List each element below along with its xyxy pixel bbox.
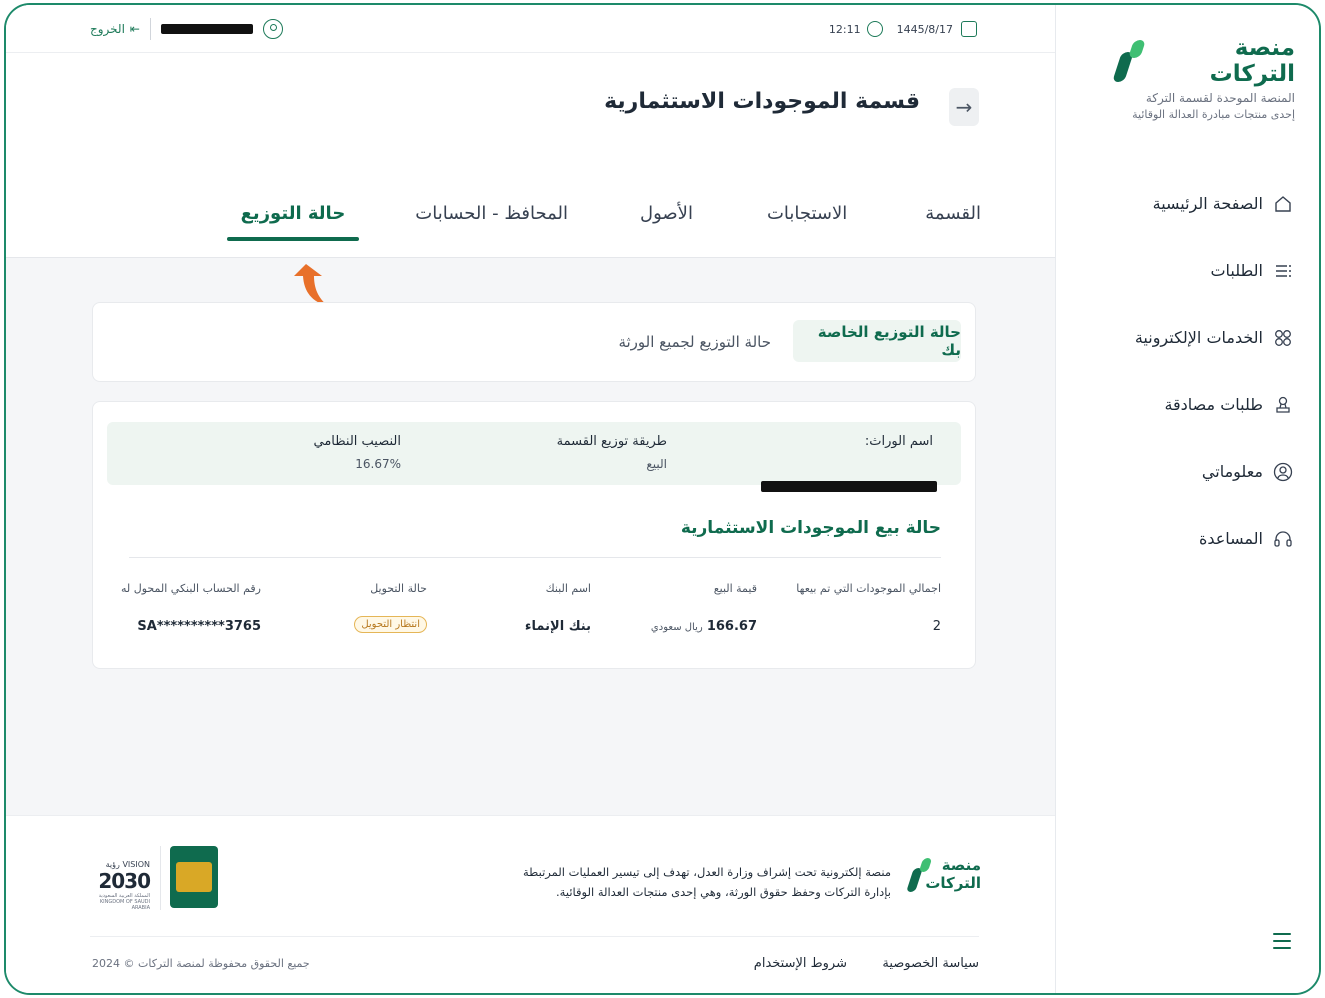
sidebar-item-label: الخدمات الإلكترونية — [1134, 328, 1263, 347]
brand-logo-icon — [1112, 38, 1148, 84]
redacted-username — [160, 24, 253, 34]
terms-link[interactable]: شروط الإستخدام — [754, 956, 847, 971]
sidebar-item-my-info[interactable]: معلوماتي — [1073, 438, 1293, 505]
tab-assets[interactable]: الأصول — [640, 203, 693, 236]
copyright: جميع الحقوق محفوظة لمنصة التركات © 2024 — [92, 957, 310, 970]
header-bank: اسم البنك — [545, 582, 591, 595]
page-title: قسمة الموجودات الاستثمارية — [604, 89, 920, 114]
share-value: 16.67% — [355, 457, 401, 471]
sidebar: منصة التركات المنصة الموحدة لقسمة التركة… — [1055, 5, 1319, 993]
vision-caption: المملكة العربية السعودية KINGDOM OF SAUD… — [98, 893, 150, 911]
header-status: حالة التحويل — [370, 582, 427, 595]
user-box: ⇤ الخروج — [90, 18, 283, 40]
sidebar-nav: الصفحة الرئيسية الطلبات الخدمات الإلكترو… — [1073, 170, 1293, 572]
heir-info-strip: اسم الوراث: طريقة توزيع القسمة البيع الن… — [107, 422, 961, 492]
redacted-heir-name — [761, 481, 937, 492]
footer-logo-line1: منصة — [941, 856, 981, 874]
footer-vertical-divider — [160, 846, 161, 910]
brand-subtitle: المنصة الموحدة لقسمة التركة — [1145, 91, 1295, 105]
heir-name-col: اسم الوراث: — [865, 434, 933, 449]
footer-logo-line2: التركات — [925, 874, 981, 892]
time-text: 12:11 — [828, 22, 861, 36]
section-divider — [129, 557, 941, 558]
brand-name: منصة التركات — [1209, 35, 1295, 87]
divider — [149, 18, 151, 40]
footer-description: منصة إلكترونية تحت إشراف وزارة العدل، ته… — [523, 865, 891, 899]
brand-row: منصة التركات — [1112, 35, 1295, 87]
tab-division[interactable]: القسمة — [925, 203, 981, 236]
sidebar-item-label: المساعدة — [1198, 529, 1263, 548]
clock-icon — [866, 21, 883, 37]
calendar-icon — [961, 21, 977, 37]
vision-2030-logo: VISION رؤية 2030 المملكة العربية السعودي… — [90, 860, 151, 911]
user-circle-icon — [1273, 462, 1293, 482]
distribution-details: اسم الوراث: طريقة توزيع القسمة البيع الن… — [92, 401, 976, 669]
list-icon — [1273, 261, 1293, 281]
header-total: اجمالي الموجودات التي تم بيعها — [796, 582, 941, 595]
sidebar-item-label: معلوماتي — [1201, 462, 1263, 481]
logout-button[interactable]: ⇤ الخروج — [90, 22, 140, 36]
section-title: حالة بيع الموجودات الاستثمارية — [680, 518, 941, 538]
home-icon — [1273, 194, 1293, 214]
status-badge: انتظار التحويل — [354, 616, 427, 633]
topbar: 1445/8/17 12:11 ⇤ الخروج — [6, 5, 1059, 53]
sidebar-item-label: طلبات مصادقة — [1164, 395, 1263, 414]
subtab-my-distribution[interactable]: حالة التوزيع الخاصة بك — [793, 320, 961, 362]
method-value: البيع — [646, 457, 667, 471]
date-time: 1445/8/17 12:11 — [829, 21, 977, 37]
footer-logo: منصة التركات — [906, 856, 981, 892]
cell-amount: 166.67 ريال سعودي — [651, 619, 757, 634]
user-avatar-icon[interactable] — [262, 19, 283, 39]
brand: منصة التركات المنصة الموحدة لقسمة التركة… — [1112, 35, 1295, 121]
main-area: 1445/8/17 12:11 ⇤ الخروج → قسمة الموجودا… — [6, 5, 1059, 993]
sidebar-item-requests[interactable]: الطلبات — [1073, 237, 1293, 304]
tab-portfolios[interactable]: المحافظ - الحسابات — [415, 203, 568, 236]
distribution-subtabs: حالة التوزيع الخاصة بك حالة التوزيع لجمي… — [92, 302, 976, 382]
tab-responses[interactable]: الاستجابات — [767, 203, 847, 236]
hamburger-menu-icon[interactable] — [1273, 933, 1291, 949]
ministry-emblem-icon — [170, 846, 218, 908]
header-amount: قيمة البيع — [713, 582, 757, 595]
header-account: رقم الحساب البنكي المحول له — [121, 582, 261, 595]
brand-tagline: إحدى منتجات مبادرة العدالة الوقائية — [1132, 108, 1295, 121]
sidebar-item-authentication[interactable]: طلبات مصادقة — [1073, 371, 1293, 438]
share-col: النصيب النظامي 16.67% — [313, 434, 401, 471]
tabs: القسمة الاستجابات الأصول المحافظ - الحسا… — [226, 203, 981, 241]
footer: منصة التركات منصة إلكترونية تحت إشراف وز… — [6, 815, 1059, 993]
privacy-link[interactable]: سياسة الخصوصية — [882, 956, 979, 971]
footer-logo-icon — [906, 856, 933, 892]
sidebar-item-help[interactable]: المساعدة — [1073, 505, 1293, 572]
subtab-all-heirs[interactable]: حالة التوزيع لجميع الورثة — [618, 333, 771, 351]
footer-logo-text: منصة التركات — [925, 856, 981, 892]
vision-year: 2030 — [98, 869, 151, 893]
sidebar-item-eservices[interactable]: الخدمات الإلكترونية — [1073, 304, 1293, 371]
app-frame: 1445/8/17 12:11 ⇤ الخروج → قسمة الموجودا… — [4, 3, 1321, 995]
page-header: → قسمة الموجودات الاستثمارية القسمة الاس… — [6, 53, 1059, 258]
stamp-icon — [1273, 395, 1293, 415]
tab-distribution-status[interactable]: حالة التوزيع — [226, 203, 359, 241]
cell-total: 2 — [932, 619, 941, 634]
method-col: طريقة توزيع القسمة البيع — [557, 434, 667, 471]
footer-divider — [90, 936, 979, 937]
heir-name-label: اسم الوراث: — [864, 434, 933, 449]
grid-icon — [1273, 328, 1293, 348]
cell-bank: بنك الإنماء — [524, 619, 591, 634]
date-text: 1445/8/17 — [896, 22, 953, 36]
share-label: النصيب النظامي — [313, 434, 401, 449]
sidebar-item-home[interactable]: الصفحة الرئيسية — [1073, 170, 1293, 237]
sidebar-item-label: الطلبات — [1210, 261, 1263, 280]
pointer-arrow-icon — [294, 264, 328, 306]
amount-value: 166.67 — [706, 619, 757, 634]
sidebar-item-label: الصفحة الرئيسية — [1152, 194, 1263, 213]
logout-label: الخروج — [90, 22, 125, 36]
vision-small: VISION رؤية — [105, 860, 150, 869]
cell-account: SA**********3765 — [137, 619, 261, 634]
currency-label: ريال سعودي — [650, 622, 703, 633]
headset-icon — [1273, 529, 1293, 549]
method-label: طريقة توزيع القسمة — [556, 434, 667, 449]
back-button[interactable]: → — [949, 88, 979, 126]
logout-icon: ⇤ — [129, 22, 140, 36]
arrow-right-icon: → — [955, 95, 973, 119]
